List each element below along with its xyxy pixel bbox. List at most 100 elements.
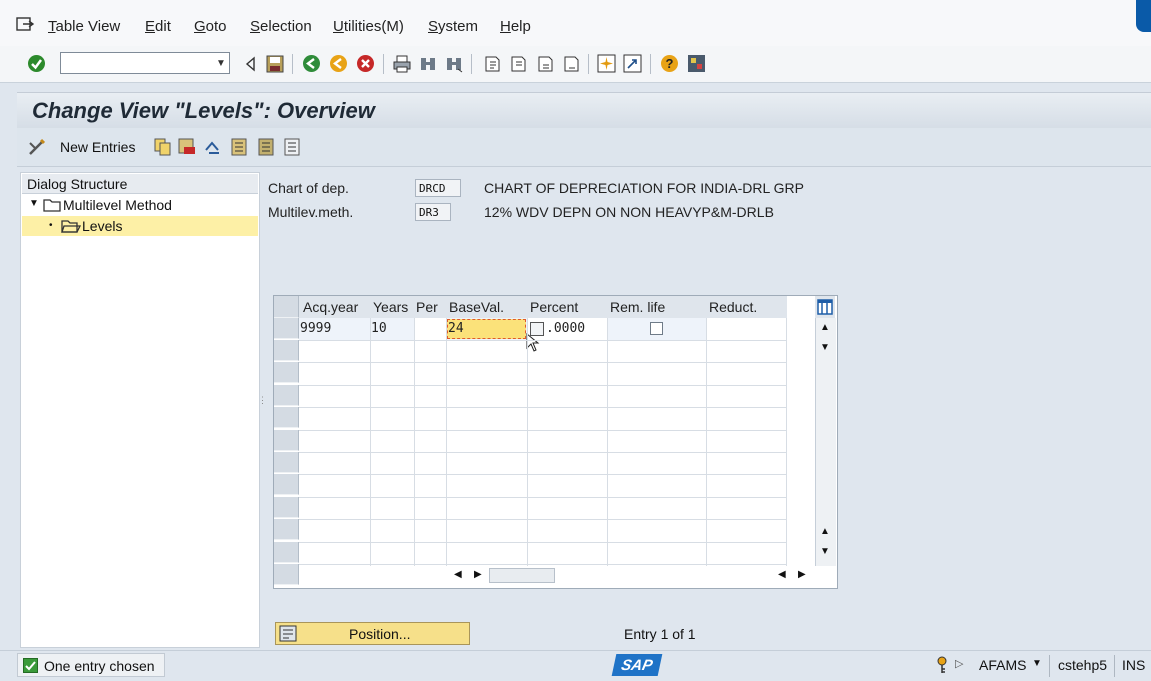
table-header: Acq.year Years Per BaseVal. Percent Rem.…: [274, 296, 787, 319]
find-icon[interactable]: [418, 54, 437, 73]
menu-selection[interactable]: Selection: [250, 18, 312, 35]
row-selector[interactable]: [274, 474, 299, 496]
system-dropdown-icon[interactable]: ▼: [1032, 658, 1042, 669]
select-all-rows[interactable]: [274, 296, 299, 318]
insert-mode[interactable]: INS: [1122, 657, 1145, 673]
rem-life-checkbox[interactable]: [650, 322, 663, 335]
scroll-right-icon[interactable]: ▶: [474, 569, 482, 580]
scroll-left-end-icon[interactable]: ◀: [778, 569, 786, 580]
success-check-icon: [23, 658, 38, 676]
row-selector[interactable]: [274, 541, 299, 563]
cancel-icon[interactable]: [356, 54, 375, 73]
scroll-right-end-icon[interactable]: ▶: [798, 569, 806, 580]
scroll-left-icon[interactable]: ◀: [454, 569, 462, 580]
last-page-icon[interactable]: [561, 54, 580, 73]
page-down-icon[interactable]: ▼: [820, 546, 830, 557]
col-per[interactable]: Per: [416, 299, 438, 315]
back-icon[interactable]: [302, 54, 321, 73]
chevron-down-icon[interactable]: ▼: [212, 52, 230, 74]
system-name[interactable]: AFAMS: [979, 657, 1026, 673]
copy-as-icon[interactable]: [154, 138, 172, 159]
svg-text:?: ?: [666, 56, 674, 71]
row-selector[interactable]: [274, 452, 299, 473]
col-acq-year[interactable]: Acq.year: [303, 299, 358, 315]
horizontal-scrollbar[interactable]: ◀ ▶ ◀ ▶: [444, 566, 814, 586]
menu-help[interactable]: Help: [500, 18, 531, 35]
row-selector[interactable]: [274, 564, 299, 585]
display-change-icon[interactable]: [27, 137, 47, 160]
row-selector[interactable]: [274, 340, 299, 361]
cell-acq-year[interactable]: 9999: [300, 321, 331, 336]
delete-icon[interactable]: [178, 138, 196, 159]
col-rem-life[interactable]: Rem. life: [610, 299, 665, 315]
previous-entry-icon[interactable]: [230, 138, 248, 159]
cell-baseval[interactable]: 24: [448, 321, 464, 336]
cell-percent[interactable]: .0000: [546, 321, 585, 336]
page-title: Change View "Levels": Overview: [32, 98, 375, 123]
chart-of-dep-description: CHART OF DEPRECIATION FOR INDIA-DRL GRP: [484, 180, 804, 196]
open-folder-icon: [61, 218, 82, 237]
row-selector[interactable]: [274, 429, 299, 451]
table-row: [299, 496, 787, 498]
tree-bullet-icon: •: [49, 220, 53, 231]
tree-node-levels-row[interactable]: • Levels: [22, 216, 258, 236]
key-icon[interactable]: [935, 656, 949, 677]
row-selector[interactable]: [274, 496, 299, 518]
col-years[interactable]: Years: [373, 299, 408, 315]
row-selector[interactable]: [274, 318, 299, 339]
scroll-up-icon[interactable]: ▲: [820, 322, 830, 333]
menu-system[interactable]: System: [428, 18, 478, 35]
cell-years[interactable]: 10: [371, 321, 387, 336]
multilevel-method-description: 12% WDV DEPN ON NON HEAVYP&M-DRLB: [484, 204, 774, 220]
first-page-icon[interactable]: [482, 54, 501, 73]
menu-edit[interactable]: Edit: [145, 18, 171, 35]
back-arrow-icon[interactable]: [240, 54, 259, 73]
print-icon[interactable]: [392, 54, 411, 73]
help-icon[interactable]: ?: [660, 54, 679, 73]
status-play-icon[interactable]: ▷: [955, 657, 963, 670]
customize-layout-icon[interactable]: [687, 54, 706, 73]
find-next-icon[interactable]: [444, 54, 463, 73]
status-message: One entry chosen: [44, 658, 155, 674]
previous-page-icon[interactable]: [508, 54, 527, 73]
shortcut-icon[interactable]: [623, 54, 642, 73]
cell-reduct[interactable]: [706, 318, 787, 340]
table-row: [299, 452, 787, 453]
tree-node-multilevel-method[interactable]: Multilevel Method: [63, 197, 172, 213]
row-selector[interactable]: [274, 407, 299, 429]
menu-exit-icon[interactable]: [15, 16, 35, 37]
col-percent[interactable]: Percent: [530, 299, 578, 315]
menu-table-view[interactable]: Table View: [48, 18, 120, 35]
menu-utilities[interactable]: Utilities(M): [333, 18, 404, 35]
row-selector[interactable]: [274, 384, 299, 406]
tree-expand-icon[interactable]: ▼: [29, 198, 39, 209]
scroll-thumb[interactable]: [489, 568, 555, 583]
menu-goto[interactable]: Goto: [194, 18, 227, 35]
cell-per[interactable]: [415, 318, 447, 340]
next-entry-icon[interactable]: [257, 138, 275, 159]
application-toolbar: New Entries: [17, 128, 1151, 167]
entry-counter: Entry 1 of 1: [624, 626, 696, 642]
status-message-box[interactable]: One entry chosen: [17, 653, 165, 677]
command-field[interactable]: [60, 52, 230, 74]
new-entries-button[interactable]: New Entries: [60, 139, 135, 155]
mouse-pointer-icon: [526, 332, 540, 356]
exit-icon[interactable]: [329, 54, 348, 73]
scroll-down-icon[interactable]: ▼: [820, 342, 830, 353]
position-button[interactable]: Position...: [275, 622, 470, 645]
col-baseval[interactable]: BaseVal.: [449, 299, 504, 315]
row-selector[interactable]: [274, 362, 299, 384]
splitter-handle[interactable]: ⋮: [258, 396, 267, 405]
create-session-icon[interactable]: [597, 54, 616, 73]
undo-change-icon[interactable]: [203, 138, 223, 159]
vertical-scrollbar[interactable]: ▲ ▼ ▲ ▼: [815, 318, 836, 566]
select-all-icon[interactable]: [283, 138, 301, 159]
row-selector[interactable]: [274, 519, 299, 541]
save-icon[interactable]: [265, 54, 284, 73]
table-settings-icon[interactable]: [815, 296, 835, 318]
page-up-icon[interactable]: ▲: [820, 526, 830, 537]
table-row: [299, 519, 787, 521]
enter-icon[interactable]: [27, 54, 46, 73]
next-page-icon[interactable]: [535, 54, 554, 73]
col-reduct[interactable]: Reduct.: [709, 299, 757, 315]
